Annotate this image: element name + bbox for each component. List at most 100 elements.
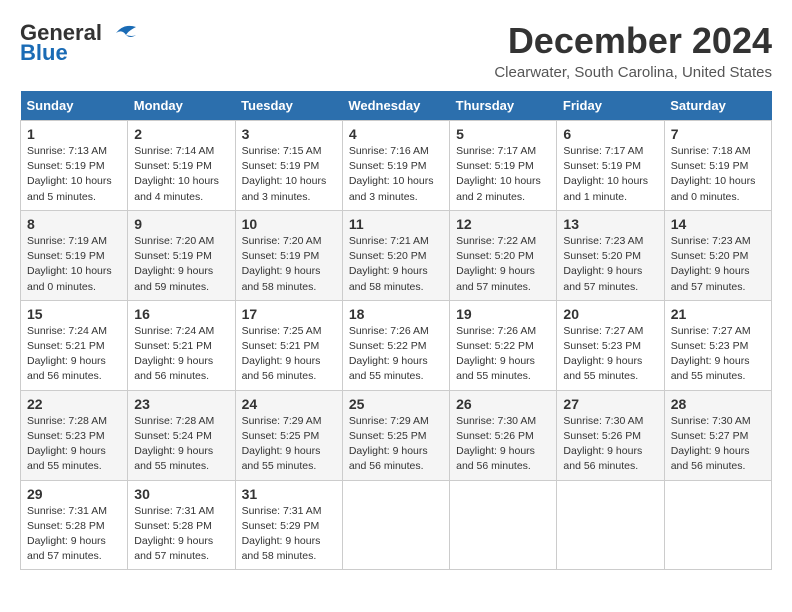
calendar-cell: 9Sunrise: 7:20 AM Sunset: 5:19 PM Daylig… — [128, 210, 235, 300]
day-info: Sunrise: 7:20 AM Sunset: 5:19 PM Dayligh… — [242, 234, 336, 295]
calendar-cell: 13Sunrise: 7:23 AM Sunset: 5:20 PM Dayli… — [557, 210, 664, 300]
day-number: 28 — [671, 396, 765, 412]
calendar-header-row: SundayMondayTuesdayWednesdayThursdayFrid… — [21, 91, 772, 121]
day-info: Sunrise: 7:31 AM Sunset: 5:28 PM Dayligh… — [134, 504, 228, 565]
day-number: 6 — [563, 126, 657, 142]
calendar-cell: 27Sunrise: 7:30 AM Sunset: 5:26 PM Dayli… — [557, 390, 664, 480]
day-info: Sunrise: 7:26 AM Sunset: 5:22 PM Dayligh… — [349, 324, 443, 385]
calendar-cell: 6 Sunrise: 7:17 AM Sunset: 5:19 PM Daylig… — [557, 121, 664, 211]
month-title: December 2024 — [494, 20, 772, 62]
calendar-cell: 24Sunrise: 7:29 AM Sunset: 5:25 PM Dayli… — [235, 390, 342, 480]
calendar-cell: 8 Sunrise: 7:19 AM Sunset: 5:19 PM Daylig… — [21, 210, 128, 300]
day-info: Sunrise: 7:31 AM Sunset: 5:29 PM Dayligh… — [242, 504, 336, 565]
col-header-tuesday: Tuesday — [235, 91, 342, 121]
col-header-monday: Monday — [128, 91, 235, 121]
calendar-week-row: 8 Sunrise: 7:19 AM Sunset: 5:19 PM Daylig… — [21, 210, 772, 300]
day-number: 18 — [349, 306, 443, 322]
day-number: 10 — [242, 216, 336, 232]
day-info: Sunrise: 7:30 AM Sunset: 5:26 PM Dayligh… — [456, 414, 550, 475]
title-block: December 2024 Clearwater, South Carolina… — [494, 20, 772, 81]
day-number: 13 — [563, 216, 657, 232]
day-number: 29 — [27, 486, 121, 502]
calendar-table: SundayMondayTuesdayWednesdayThursdayFrid… — [20, 91, 772, 570]
day-number: 8 — [27, 216, 121, 232]
day-number: 17 — [242, 306, 336, 322]
page-header: General Blue December 2024 Clearwater, S… — [20, 20, 772, 81]
day-number: 16 — [134, 306, 228, 322]
calendar-cell — [342, 480, 449, 570]
day-info: Sunrise: 7:26 AM Sunset: 5:22 PM Dayligh… — [456, 324, 550, 385]
calendar-cell: 31Sunrise: 7:31 AM Sunset: 5:29 PM Dayli… — [235, 480, 342, 570]
calendar-cell: 12 Sunrise: 7:22 AM Sunset: 5:20 PM Dayli… — [450, 210, 557, 300]
day-info: Sunrise: 7:28 AM Sunset: 5:23 PM Dayligh… — [27, 414, 121, 475]
calendar-cell: 18 Sunrise: 7:26 AM Sunset: 5:22 PM Dayli… — [342, 300, 449, 390]
day-number: 7 — [671, 126, 765, 142]
day-info: Sunrise: 7:25 AM Sunset: 5:21 PM Dayligh… — [242, 324, 336, 385]
day-number: 11 — [349, 216, 443, 232]
calendar-cell: 5 Sunrise: 7:17 AM Sunset: 5:19 PM Daylig… — [450, 121, 557, 211]
calendar-cell: 16 Sunrise: 7:24 AM Sunset: 5:21 PM Dayli… — [128, 300, 235, 390]
day-info: Sunrise: 7:24 AM Sunset: 5:21 PM Dayligh… — [27, 324, 121, 385]
col-header-wednesday: Wednesday — [342, 91, 449, 121]
day-info: Sunrise: 7:19 AM Sunset: 5:19 PM Dayligh… — [27, 234, 121, 295]
col-header-friday: Friday — [557, 91, 664, 121]
day-info: Sunrise: 7:14 AM Sunset: 5:19 PM Dayligh… — [134, 144, 228, 205]
calendar-cell: 10 Sunrise: 7:20 AM Sunset: 5:19 PM Dayli… — [235, 210, 342, 300]
calendar-cell: 22 Sunrise: 7:28 AM Sunset: 5:23 PM Dayli… — [21, 390, 128, 480]
day-number: 20 — [563, 306, 657, 322]
calendar-cell — [557, 480, 664, 570]
day-info: Sunrise: 7:29 AM Sunset: 5:25 PM Dayligh… — [349, 414, 443, 475]
day-number: 5 — [456, 126, 550, 142]
day-info: Sunrise: 7:16 AM Sunset: 5:19 PM Dayligh… — [349, 144, 443, 205]
calendar-cell — [450, 480, 557, 570]
day-info: Sunrise: 7:27 AM Sunset: 5:23 PM Dayligh… — [563, 324, 657, 385]
day-number: 12 — [456, 216, 550, 232]
day-number: 3 — [242, 126, 336, 142]
day-info: Sunrise: 7:23 AM Sunset: 5:20 PM Dayligh… — [671, 234, 765, 295]
calendar-week-row: 1 Sunrise: 7:13 AM Sunset: 5:19 PM Daylig… — [21, 121, 772, 211]
day-number: 30 — [134, 486, 228, 502]
day-number: 23 — [134, 396, 228, 412]
day-number: 22 — [27, 396, 121, 412]
calendar-cell — [664, 480, 771, 570]
calendar-cell: 4 Sunrise: 7:16 AM Sunset: 5:19 PM Daylig… — [342, 121, 449, 211]
day-info: Sunrise: 7:20 AM Sunset: 5:19 PM Dayligh… — [134, 234, 228, 295]
calendar-week-row: 15 Sunrise: 7:24 AM Sunset: 5:21 PM Dayli… — [21, 300, 772, 390]
calendar-cell: 20 Sunrise: 7:27 AM Sunset: 5:23 PM Dayli… — [557, 300, 664, 390]
day-info: Sunrise: 7:27 AM Sunset: 5:23 PM Dayligh… — [671, 324, 765, 385]
calendar-cell: 11 Sunrise: 7:21 AM Sunset: 5:20 PM Dayli… — [342, 210, 449, 300]
calendar-cell: 14 Sunrise: 7:23 AM Sunset: 5:20 PM Dayli… — [664, 210, 771, 300]
calendar-cell: 21 Sunrise: 7:27 AM Sunset: 5:23 PM Dayli… — [664, 300, 771, 390]
day-number: 26 — [456, 396, 550, 412]
day-info: Sunrise: 7:24 AM Sunset: 5:21 PM Dayligh… — [134, 324, 228, 385]
day-info: Sunrise: 7:17 AM Sunset: 5:19 PM Dayligh… — [563, 144, 657, 205]
calendar-cell: 15 Sunrise: 7:24 AM Sunset: 5:21 PM Dayli… — [21, 300, 128, 390]
calendar-cell: 23Sunrise: 7:28 AM Sunset: 5:24 PM Dayli… — [128, 390, 235, 480]
location: Clearwater, South Carolina, United State… — [494, 64, 772, 81]
logo: General Blue — [20, 20, 142, 66]
day-number: 27 — [563, 396, 657, 412]
day-number: 15 — [27, 306, 121, 322]
day-number: 25 — [349, 396, 443, 412]
day-number: 21 — [671, 306, 765, 322]
day-number: 14 — [671, 216, 765, 232]
day-info: Sunrise: 7:17 AM Sunset: 5:19 PM Dayligh… — [456, 144, 550, 205]
calendar-cell: 1 Sunrise: 7:13 AM Sunset: 5:19 PM Daylig… — [21, 121, 128, 211]
day-info: Sunrise: 7:15 AM Sunset: 5:19 PM Dayligh… — [242, 144, 336, 205]
day-number: 24 — [242, 396, 336, 412]
calendar-cell: 25 Sunrise: 7:29 AM Sunset: 5:25 PM Dayli… — [342, 390, 449, 480]
col-header-saturday: Saturday — [664, 91, 771, 121]
calendar-cell: 17 Sunrise: 7:25 AM Sunset: 5:21 PM Dayli… — [235, 300, 342, 390]
calendar-cell: 28Sunrise: 7:30 AM Sunset: 5:27 PM Dayli… — [664, 390, 771, 480]
calendar-cell: 30 Sunrise: 7:31 AM Sunset: 5:28 PM Dayli… — [128, 480, 235, 570]
day-number: 4 — [349, 126, 443, 142]
day-info: Sunrise: 7:31 AM Sunset: 5:28 PM Dayligh… — [27, 504, 121, 565]
calendar-cell: 19Sunrise: 7:26 AM Sunset: 5:22 PM Dayli… — [450, 300, 557, 390]
day-info: Sunrise: 7:21 AM Sunset: 5:20 PM Dayligh… — [349, 234, 443, 295]
day-number: 1 — [27, 126, 121, 142]
day-info: Sunrise: 7:13 AM Sunset: 5:19 PM Dayligh… — [27, 144, 121, 205]
calendar-cell: 26 Sunrise: 7:30 AM Sunset: 5:26 PM Dayli… — [450, 390, 557, 480]
calendar-cell: 3 Sunrise: 7:15 AM Sunset: 5:19 PM Daylig… — [235, 121, 342, 211]
day-info: Sunrise: 7:22 AM Sunset: 5:20 PM Dayligh… — [456, 234, 550, 295]
logo-bird-icon — [106, 21, 142, 45]
